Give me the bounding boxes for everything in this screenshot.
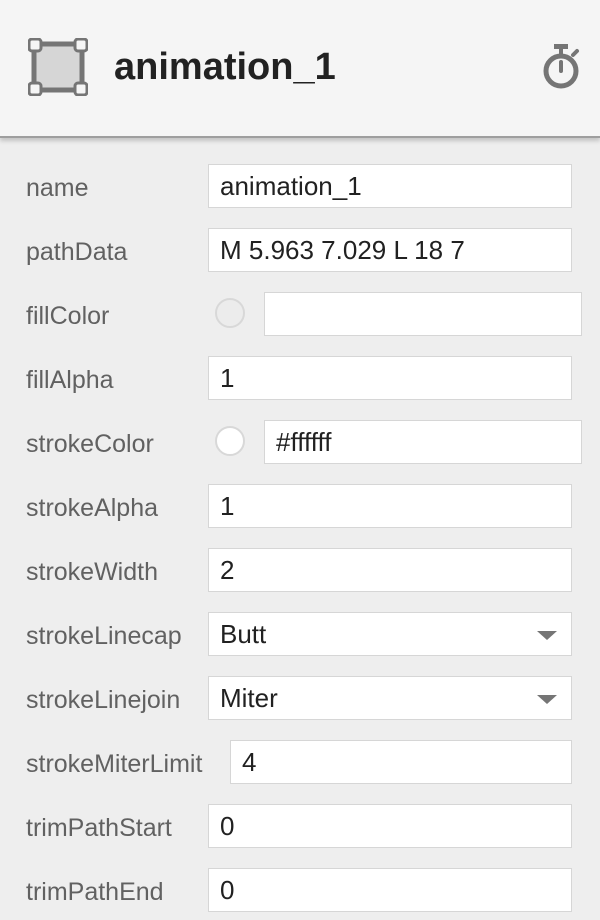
- property-row-trimpathend: trimPathEnd 0: [0, 868, 600, 916]
- property-label: fillAlpha: [26, 366, 114, 394]
- stroke-alpha-input[interactable]: 1: [208, 484, 572, 528]
- property-label: strokeLinejoin: [26, 686, 181, 714]
- pathdata-input[interactable]: M 5.963 7.029 L 18 7: [208, 228, 572, 272]
- dropdown-arrow-icon: [537, 695, 557, 704]
- dropdown-arrow-icon: [537, 631, 557, 640]
- stroke-width-input[interactable]: 2: [208, 548, 572, 592]
- fill-alpha-input[interactable]: 1: [208, 356, 572, 400]
- property-row-strokealpha: strokeAlpha 1: [0, 484, 600, 532]
- property-label: trimPathEnd: [26, 878, 164, 906]
- property-label: pathData: [26, 238, 128, 266]
- property-row-strokecolor: strokeColor #ffffff: [0, 420, 600, 468]
- stroke-linejoin-select[interactable]: Miter: [208, 676, 572, 720]
- stroke-miter-limit-input[interactable]: 4: [230, 740, 572, 784]
- property-label: strokeWidth: [26, 558, 158, 586]
- name-input[interactable]: animation_1: [208, 164, 572, 208]
- property-label: strokeLinecap: [26, 622, 182, 650]
- property-label: strokeMiterLimit: [26, 750, 203, 778]
- property-row-strokelinecap: strokeLinecap Butt: [0, 612, 600, 660]
- property-row-strokemiterlimit: strokeMiterLimit 4: [0, 740, 600, 788]
- property-row-fillcolor: fillColor: [0, 292, 600, 340]
- trim-path-end-input[interactable]: 0: [208, 868, 572, 912]
- inspector-header: animation_1: [0, 0, 600, 138]
- property-label: strokeAlpha: [26, 494, 159, 522]
- fill-color-input[interactable]: [264, 292, 582, 336]
- stroke-color-input[interactable]: #ffffff: [264, 420, 582, 464]
- select-value: Butt: [220, 619, 267, 649]
- trim-path-start-input[interactable]: 0: [208, 804, 572, 848]
- stopwatch-icon[interactable]: [540, 42, 582, 90]
- fill-color-swatch[interactable]: [215, 298, 245, 328]
- vector-layer-icon: [28, 38, 88, 96]
- property-label: fillColor: [26, 302, 110, 330]
- property-label: name: [26, 174, 89, 202]
- stroke-linecap-select[interactable]: Butt: [208, 612, 572, 656]
- property-row-name: name animation_1: [0, 164, 600, 212]
- layer-title: animation_1: [114, 46, 336, 88]
- stroke-color-swatch[interactable]: [215, 426, 245, 456]
- property-row-trimpathstart: trimPathStart 0: [0, 804, 600, 852]
- property-row-pathdata: pathData M 5.963 7.029 L 18 7: [0, 228, 600, 276]
- property-row-strokelinejoin: strokeLinejoin Miter: [0, 676, 600, 724]
- property-label: trimPathStart: [26, 814, 172, 842]
- property-label: strokeColor: [26, 430, 154, 458]
- select-value: Miter: [220, 683, 278, 713]
- property-row-strokewidth: strokeWidth 2: [0, 548, 600, 596]
- property-row-fillalpha: fillAlpha 1: [0, 356, 600, 404]
